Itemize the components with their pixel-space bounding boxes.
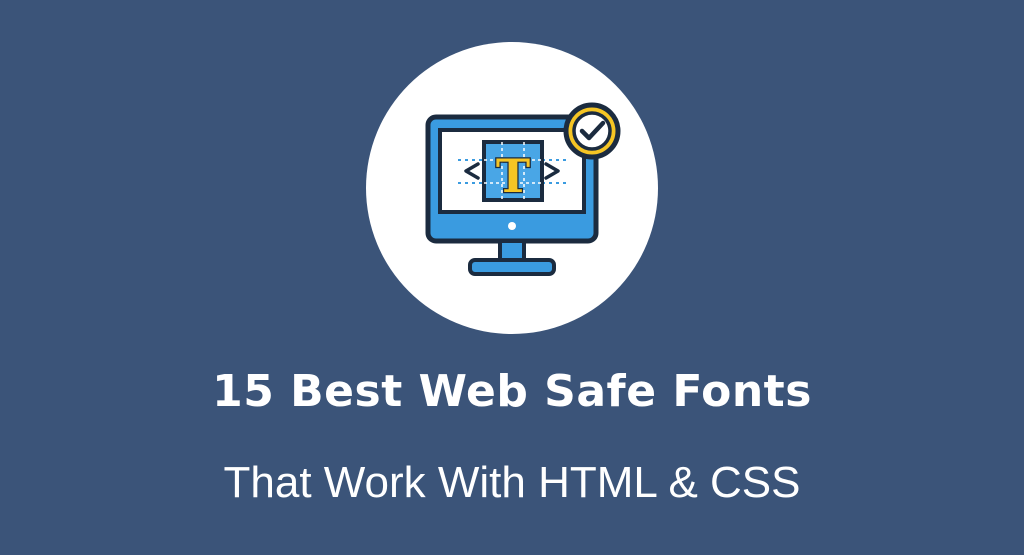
hero-banner: T 15 Best Web Safe Fonts That Work With …	[0, 0, 1024, 555]
power-dot	[508, 222, 516, 230]
type-letter: T	[496, 149, 530, 203]
monitor-base	[468, 258, 556, 276]
page-subtitle: That Work With HTML & CSS	[223, 458, 801, 507]
monitor-with-type-icon: T	[425, 102, 621, 276]
page-title: 15 Best Web Safe Fonts	[212, 366, 812, 417]
